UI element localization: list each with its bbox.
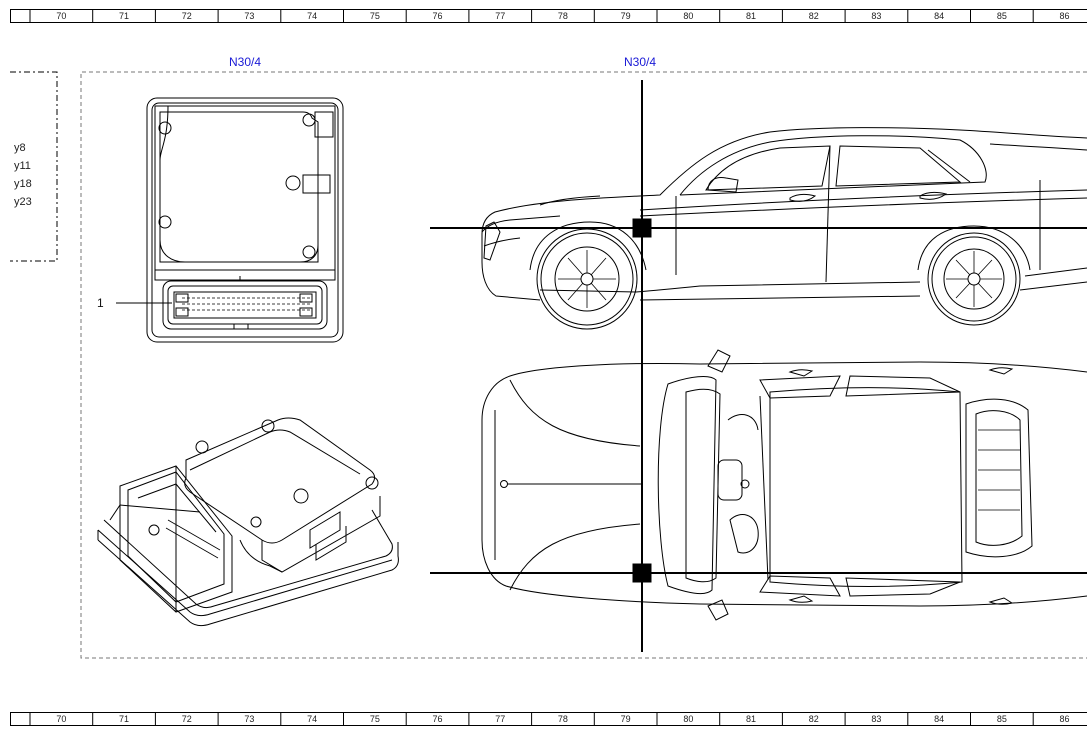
callout-1-label: 1: [97, 296, 104, 310]
wiring-diagram: [10, 71, 1087, 659]
component-ref-left: N30/4: [229, 55, 262, 69]
control-unit-top-view: [146, 97, 344, 343]
control-unit-isometric-view: [97, 417, 399, 627]
legend-item: y11: [14, 160, 31, 172]
location-crosshair: [430, 80, 1087, 652]
car-top-view: [481, 349, 1087, 621]
location-marker-top: [632, 563, 652, 583]
legend-item: y18: [14, 178, 32, 190]
legend-item: y23: [14, 196, 32, 208]
legend-list: y8 y11 y18 y23: [14, 139, 32, 211]
legend-item: y8: [14, 142, 26, 154]
component-ref-right: N30/4: [624, 55, 657, 69]
location-marker-side: [632, 218, 652, 238]
